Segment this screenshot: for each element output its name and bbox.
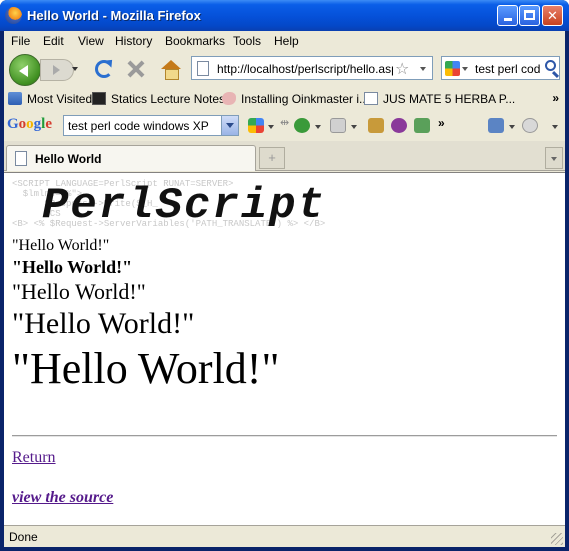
- bookmark-installing-oinkmaster[interactable]: Installing Oinkmaster i...: [222, 92, 369, 106]
- firefox-logo-icon: [5, 7, 22, 24]
- back-button[interactable]: [9, 54, 41, 86]
- hello-world-text-2: "Hello World!": [12, 257, 133, 277]
- status-text: Done: [9, 530, 38, 544]
- url-input[interactable]: http://localhost/perlscript/hello.asp: [217, 62, 393, 76]
- comment-dropdown-icon[interactable]: [351, 125, 357, 129]
- bookmark-label: Installing Oinkmaster i...: [241, 92, 370, 106]
- window-title: Hello World - Mozilla Firefox: [27, 8, 201, 23]
- folder-icon: [8, 92, 22, 105]
- tab-list-button[interactable]: [545, 147, 563, 169]
- menu-tools[interactable]: Tools: [233, 34, 261, 48]
- google-toolbar: Google test perl code windows XP ⇹ »: [4, 111, 565, 139]
- forward-button[interactable]: [40, 59, 74, 81]
- browser-window: Hello World - Mozilla Firefox ✕ File Edi…: [0, 0, 569, 551]
- hello-world-text-1: "Hello World!": [12, 237, 110, 254]
- hello-world-text-4: "Hello World!": [12, 307, 195, 340]
- page-icon: [364, 92, 378, 105]
- maximize-button[interactable]: [519, 5, 540, 26]
- view-source-link[interactable]: view the source: [12, 489, 113, 507]
- return-link[interactable]: Return: [12, 449, 56, 467]
- status-bar: Done: [4, 525, 565, 547]
- page-icon: [197, 61, 209, 76]
- bookmark-star-icon[interactable]: ☆: [395, 59, 409, 79]
- chart-icon: [92, 92, 106, 105]
- google-logo-letter: o: [26, 116, 34, 132]
- menu-bar: File Edit View History Bookmarks Tools H…: [4, 31, 565, 51]
- close-button[interactable]: ✕: [542, 5, 563, 26]
- menu-file[interactable]: File: [11, 34, 30, 48]
- magnifier-icon[interactable]: [391, 118, 407, 133]
- page-icon: [15, 151, 27, 166]
- bookmark-jus-mate[interactable]: JUS MATE 5 HERBA P...: [364, 92, 515, 106]
- resize-grip-icon[interactable]: [551, 533, 563, 545]
- search-engine-icon[interactable]: [445, 61, 460, 76]
- google-logo[interactable]: Google: [7, 116, 52, 133]
- profile-dropdown-icon[interactable]: [552, 125, 558, 129]
- settings-dropdown-icon[interactable]: [509, 125, 515, 129]
- close-icon: ✕: [547, 8, 558, 23]
- wrench-icon[interactable]: [488, 118, 504, 133]
- maximize-icon: [524, 10, 535, 20]
- bookmarks-toolbar: Most Visited Statics Lecture Notes Insta…: [4, 87, 565, 111]
- menu-history[interactable]: History: [115, 34, 152, 48]
- search-input[interactable]: test perl cod: [475, 62, 545, 76]
- perlscript-logo: PerlScript: [42, 181, 327, 231]
- history-dropdown-icon[interactable]: [72, 67, 78, 71]
- google-logo-letter: e: [45, 116, 53, 132]
- browser-chrome: File Edit View History Bookmarks Tools H…: [4, 31, 565, 547]
- hello-world-text-5: "Hello World!": [12, 344, 280, 393]
- google-search-dropdown-icon[interactable]: [221, 116, 238, 135]
- pig-icon: [222, 92, 236, 105]
- minimize-button[interactable]: [497, 5, 518, 26]
- pagerank-dropdown-icon[interactable]: [315, 125, 321, 129]
- bookmark-label: Most Visited: [27, 92, 93, 106]
- horizontal-rule: [12, 435, 557, 437]
- tab-bar: Hello World +: [4, 141, 565, 171]
- new-tab-button[interactable]: +: [259, 147, 285, 169]
- tab-hello-world[interactable]: Hello World: [6, 145, 256, 171]
- menu-help[interactable]: Help: [274, 34, 299, 48]
- bank-icon[interactable]: [368, 118, 384, 133]
- bookmark-statics-lecture-notes[interactable]: Statics Lecture Notes: [92, 92, 225, 106]
- navigation-toolbar: http://localhost/perlscript/hello.asp ☆ …: [4, 51, 565, 87]
- search-bar[interactable]: test perl cod: [441, 56, 560, 80]
- menu-view[interactable]: View: [78, 34, 104, 48]
- google-search-box[interactable]: test perl code windows XP: [63, 115, 239, 136]
- bookmarks-overflow-chevron-icon[interactable]: »: [552, 91, 559, 105]
- menu-edit[interactable]: Edit: [43, 34, 64, 48]
- bookmark-label: JUS MATE 5 HERBA P...: [383, 92, 516, 106]
- reload-icon[interactable]: [95, 60, 113, 78]
- title-bar[interactable]: Hello World - Mozilla Firefox ✕: [0, 0, 569, 31]
- search-engine-dropdown-icon[interactable]: [462, 67, 468, 71]
- google-search-button-icon[interactable]: [248, 118, 264, 133]
- url-bar[interactable]: http://localhost/perlscript/hello.asp ☆: [191, 56, 433, 80]
- profile-icon[interactable]: [522, 118, 538, 133]
- stop-icon[interactable]: [126, 59, 146, 79]
- bookmark-most-visited[interactable]: Most Visited: [8, 92, 92, 106]
- bookmark-label: Statics Lecture Notes: [111, 92, 226, 106]
- comment-icon[interactable]: [330, 118, 346, 133]
- pagerank-icon[interactable]: [294, 118, 310, 133]
- url-dropdown-icon[interactable]: [420, 67, 426, 71]
- tab-label: Hello World: [35, 152, 102, 166]
- menu-bookmarks[interactable]: Bookmarks: [165, 34, 225, 48]
- page-content: <SCRIPT LANGUAGE=PerlScript RUNAT=SERVER…: [4, 172, 565, 525]
- google-search-input[interactable]: test perl code windows XP: [68, 119, 209, 133]
- google-logo-letter: G: [7, 116, 19, 132]
- search-icon[interactable]: [545, 60, 556, 71]
- image-icon[interactable]: [414, 118, 430, 133]
- separator-arrows-icon: ⇹: [280, 117, 290, 129]
- minimize-icon: [503, 18, 512, 21]
- google-search-dropdown-icon[interactable]: [268, 125, 274, 129]
- hello-world-text-3: "Hello World!": [12, 279, 146, 304]
- toolbar-overflow-chevron-icon[interactable]: »: [438, 116, 454, 131]
- home-icon[interactable]: [161, 60, 181, 80]
- perlscript-banner: <SCRIPT LANGUAGE=PerlScript RUNAT=SERVER…: [12, 179, 412, 235]
